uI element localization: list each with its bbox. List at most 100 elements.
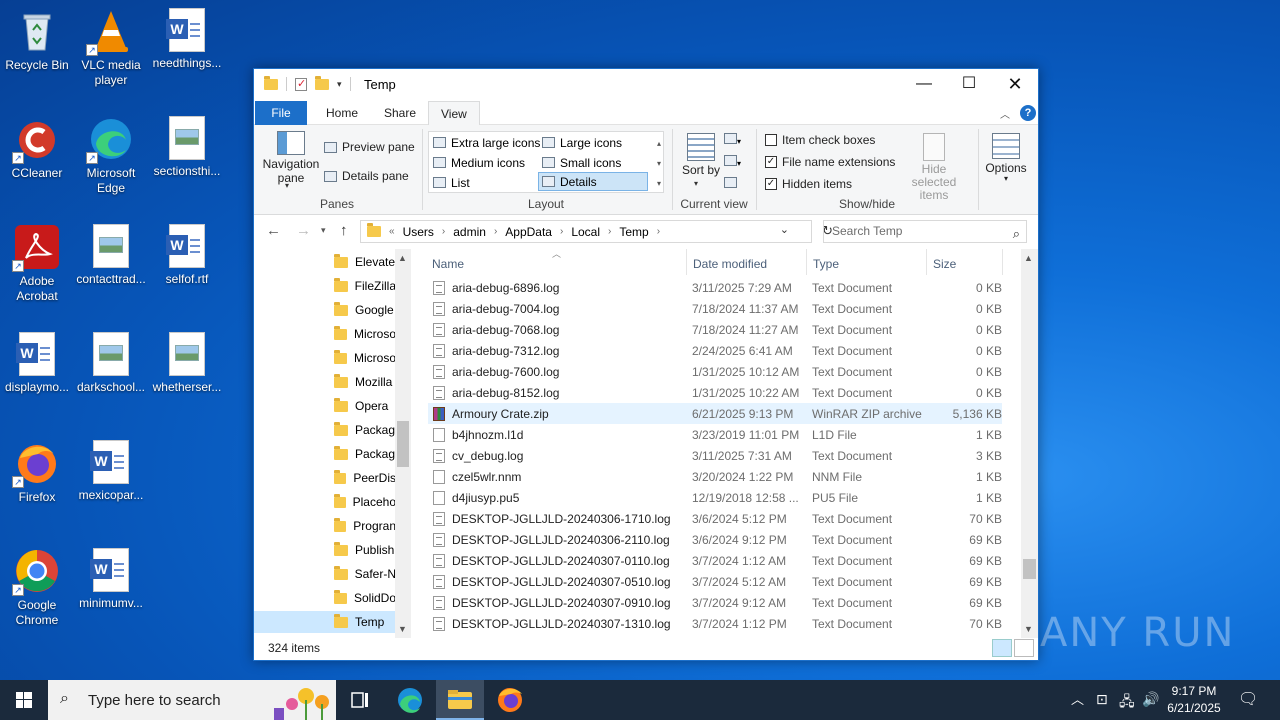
desktop-icon-microsoft-edge[interactable]: ↗ Microsoft Edge <box>74 116 148 196</box>
forward-arrow-icon[interactable]: → <box>296 222 311 239</box>
layout-list[interactable]: List <box>430 173 473 192</box>
options-button[interactable]: Options ▾ <box>984 133 1028 183</box>
show-hidden-icons[interactable]: ︿ <box>1071 689 1084 708</box>
nav-folder-item[interactable]: PeerDis <box>334 467 396 489</box>
column-date-modified[interactable]: Date modified <box>693 257 767 271</box>
nav-folder-item[interactable]: Safer-N <box>334 563 396 585</box>
file-row[interactable]: aria-debug-7004.log 7/18/2024 11:37 AM Tex… <box>428 298 1002 319</box>
desktop-icon-minimumv[interactable]: W minimumv... <box>74 548 148 611</box>
file-row[interactable]: cv_debug.log 3/11/2025 7:31 AM Text Docume… <box>428 445 1002 466</box>
scroll-up-icon[interactable]: ▲ <box>1024 253 1033 263</box>
taskbar-clock[interactable]: 9:17 PM 6/21/2025 <box>1164 683 1224 717</box>
taskbar-edge[interactable] <box>386 680 434 720</box>
nav-folder-item[interactable]: Packag <box>334 419 396 441</box>
minimize-button[interactable]: — <box>901 69 947 99</box>
breadcrumb-admin[interactable]: admin <box>453 225 486 239</box>
layout-large-icons[interactable]: Large icons <box>539 133 625 152</box>
tab-file[interactable]: File <box>255 101 307 125</box>
help-icon[interactable]: ? <box>1020 105 1036 121</box>
desktop-icon-displaymo[interactable]: W displaymo... <box>0 332 74 395</box>
column-divider[interactable] <box>686 249 687 275</box>
nav-folder-item[interactable]: Temp <box>254 611 397 633</box>
size-columns-icon[interactable] <box>724 177 737 191</box>
taskbar-firefox[interactable] <box>486 680 534 720</box>
add-columns-icon[interactable]: ▾ <box>724 155 741 169</box>
nav-folder-item[interactable]: Microso <box>334 347 396 369</box>
item-check-boxes-toggle[interactable]: Item check boxes <box>765 133 875 147</box>
large-icons-view-button[interactable] <box>1014 639 1034 657</box>
desktop-icon-contacttrad[interactable]: contacttrad... <box>74 224 148 287</box>
desktop-icon-mexicopar[interactable]: W mexicopar... <box>74 440 148 503</box>
file-row[interactable]: DESKTOP-JGLLJLD-20240307-0910.log 3/7/202… <box>428 592 1002 613</box>
scrollbar-thumb[interactable] <box>1023 559 1036 579</box>
taskbar-search-box[interactable]: ⌕ Type here to search <box>48 680 336 720</box>
file-row[interactable]: aria-debug-7068.log 7/18/2024 11:27 AM Tex… <box>428 319 1002 340</box>
network-icon[interactable]: 🖧 <box>1119 691 1135 715</box>
maximize-button[interactable]: ☐ <box>946 69 992 99</box>
notifications-icon[interactable]: 🗨 <box>1238 689 1258 709</box>
details-pane-button[interactable]: Details pane <box>324 169 409 183</box>
nav-folder-item[interactable]: Packag <box>334 443 396 465</box>
up-arrow-icon[interactable]: ↑ <box>340 222 348 239</box>
layout-small-icons[interactable]: Small icons <box>539 153 624 172</box>
nav-folder-item[interactable]: SolidDo <box>334 587 396 609</box>
nav-folder-item[interactable]: Elevate <box>334 251 396 273</box>
group-by-icon[interactable]: ▾ <box>724 133 741 147</box>
navigation-pane-button[interactable]: Navigation pane <box>260 131 322 185</box>
tab-share[interactable]: Share <box>372 101 428 125</box>
taskbar-file-explorer[interactable] <box>436 680 484 720</box>
desktop-icon-whetherser[interactable]: whetherser... <box>150 332 224 395</box>
desktop-icon-needthings[interactable]: W needthings... <box>150 8 224 71</box>
layout-details[interactable]: Details <box>538 172 648 191</box>
file-row[interactable]: DESKTOP-JGLLJLD-20240307-0110.log 3/7/202… <box>428 550 1002 571</box>
details-view-button[interactable] <box>992 639 1012 657</box>
file-row[interactable]: aria-debug-7312.log 2/24/2025 6:41 AM Text… <box>428 340 1002 361</box>
tab-home[interactable]: Home <box>314 101 370 125</box>
file-list-scrollbar[interactable]: ▲ ▼ <box>1021 249 1038 638</box>
nav-folder-item[interactable]: Google <box>334 299 396 321</box>
column-divider[interactable] <box>1002 249 1003 275</box>
tab-view[interactable]: View <box>428 101 480 125</box>
layout-medium-icons[interactable]: Medium icons <box>430 153 528 172</box>
file-row[interactable]: DESKTOP-JGLLJLD-20240307-0510.log 3/7/202… <box>428 571 1002 592</box>
recent-locations-icon[interactable]: ▾ <box>321 225 326 236</box>
desktop-icon-recycle-bin[interactable]: Recycle Bin <box>0 8 74 73</box>
file-row[interactable]: DESKTOP-JGLLJLD-20240306-1710.log 3/6/202… <box>428 508 1002 529</box>
nav-folder-item[interactable]: Progran <box>334 515 396 537</box>
scrollbar-thumb[interactable] <box>397 421 409 467</box>
properties-icon[interactable]: ✓ <box>295 77 307 91</box>
desktop-icon-ccleaner[interactable]: ↗ CCleaner <box>0 116 74 181</box>
preview-pane-button[interactable]: Preview pane <box>324 140 415 154</box>
file-name-extensions-checkbox[interactable]: ✓ <box>765 156 777 168</box>
breadcrumb-temp[interactable]: Temp <box>619 225 648 239</box>
scroll-up-icon[interactable]: ▲ <box>398 253 407 263</box>
network-status-icon[interactable]: ⊡ <box>1096 691 1108 708</box>
nav-folder-item[interactable]: Publish <box>334 539 396 561</box>
address-bar[interactable]: « Users › admin › AppData › Local › Temp… <box>360 220 833 243</box>
breadcrumb-appdata[interactable]: AppData <box>505 225 552 239</box>
nav-folder-item[interactable]: Placeho <box>334 491 396 513</box>
breadcrumb-users[interactable]: Users <box>403 225 434 239</box>
gallery-scroll-icon[interactable]: ▴ ▾ ▾ <box>657 134 661 194</box>
column-divider[interactable] <box>806 249 807 275</box>
file-row[interactable]: d4jiusyp.pu5 12/19/2018 12:58 ... PU5 File… <box>428 487 1002 508</box>
nav-folder-item[interactable]: FileZilla <box>334 275 396 297</box>
nav-folder-item[interactable]: Opera <box>334 395 396 417</box>
desktop-icon-adobe-acrobat[interactable]: ↗ Adobe Acrobat <box>0 224 74 304</box>
column-size[interactable]: Size <box>933 257 956 271</box>
file-row[interactable]: DESKTOP-JGLLJLD-20240307-1310.log 3/7/202… <box>428 613 1002 634</box>
file-row[interactable]: czel5wlr.nnm 3/20/2024 1:22 PM NNM File 1 K… <box>428 466 1002 487</box>
column-divider[interactable] <box>926 249 927 275</box>
item-check-boxes-checkbox[interactable] <box>765 134 777 146</box>
hide-selected-items-button[interactable]: Hide selected items <box>898 133 970 202</box>
scroll-down-icon[interactable]: ▼ <box>1024 624 1033 634</box>
file-name-extensions-toggle[interactable]: ✓ File name extensions <box>765 155 895 169</box>
desktop-icon-selfof[interactable]: W selfof.rtf <box>150 224 224 287</box>
desktop-icon-google-chrome[interactable]: ↗ Google Chrome <box>0 548 74 628</box>
file-row[interactable]: Armoury Crate.zip 6/21/2025 9:13 PM WinRAR… <box>428 403 1002 424</box>
close-button[interactable]: ✕ <box>992 69 1038 99</box>
scroll-down-icon[interactable]: ▼ <box>398 624 407 634</box>
hidden-items-checkbox[interactable]: ✓ <box>765 178 777 190</box>
collapse-ribbon-icon[interactable]: ︿ <box>1000 106 1010 121</box>
customize-toolbar-icon[interactable]: ▾ <box>337 79 342 90</box>
